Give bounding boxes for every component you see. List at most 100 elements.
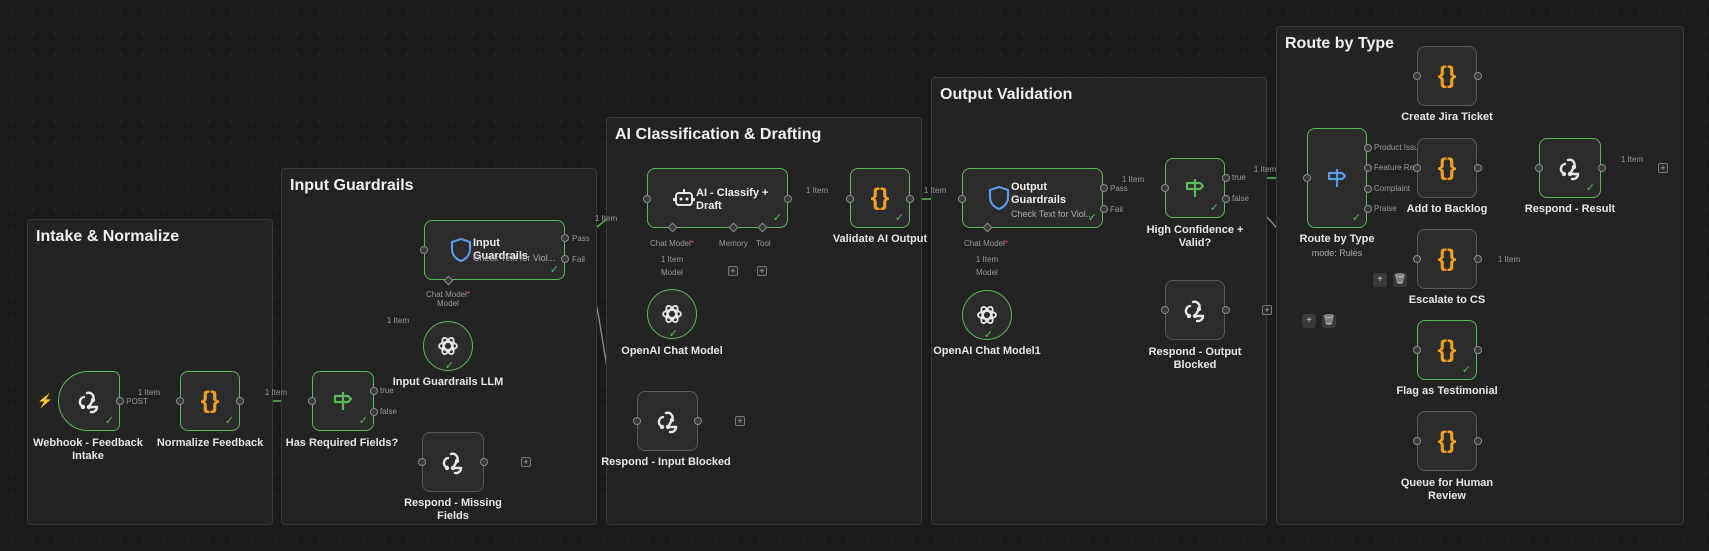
port-label-chat-model: Chat Model* (650, 239, 695, 248)
success-check-icon: ✓ (1585, 182, 1595, 194)
node-route-by-type[interactable]: ✓ (1307, 128, 1367, 228)
input-port[interactable] (846, 195, 854, 203)
output-port-pass[interactable] (561, 234, 569, 242)
success-check-icon: ✓ (1461, 364, 1471, 376)
edge-method-label: POST (126, 397, 148, 406)
node-add-to-backlog[interactable]: {} (1417, 138, 1477, 198)
add-memory-button[interactable]: + (728, 266, 738, 276)
code-braces-icon: {} (1437, 154, 1457, 181)
input-port[interactable] (308, 397, 316, 405)
group-route-by-type[interactable]: Route by Type (1276, 26, 1684, 525)
node-queue-for-human-review[interactable]: {} (1417, 411, 1477, 471)
link-label-model: Model (976, 268, 998, 277)
port-label-pass: Pass (572, 234, 590, 243)
node-respond-result[interactable]: ✓ (1539, 138, 1601, 198)
output-port-true[interactable] (1222, 174, 1230, 182)
node-create-jira-ticket[interactable]: {} (1417, 46, 1477, 106)
add-tool-button[interactable]: + (757, 266, 767, 276)
node-label: High Confidence + Valid? (1146, 224, 1244, 249)
output-port[interactable] (1474, 164, 1482, 172)
input-port[interactable] (1413, 346, 1421, 354)
node-input-guardrails[interactable]: Input Guardrails Check Text for Viol... … (424, 220, 565, 280)
output-port[interactable] (1598, 164, 1606, 172)
output-port[interactable] (1222, 306, 1230, 314)
port-label-tool: Tool (756, 239, 771, 248)
output-port[interactable] (784, 195, 792, 203)
input-port[interactable] (176, 397, 184, 405)
node-respond-output-blocked[interactable] (1165, 280, 1225, 340)
input-port[interactable] (420, 246, 428, 254)
output-port[interactable] (480, 458, 488, 466)
output-port[interactable] (116, 397, 124, 405)
node-normalize-feedback[interactable]: {} ✓ (180, 371, 240, 431)
node-label: Escalate to CS (1408, 294, 1486, 306)
output-port[interactable] (236, 397, 244, 405)
output-port[interactable] (906, 195, 914, 203)
output-port-praise[interactable] (1364, 205, 1372, 213)
node-label: Respond - Result (1524, 203, 1616, 215)
node-label: Input Guardrails LLM (392, 376, 504, 388)
node-escalate-to-cs[interactable]: {} (1417, 229, 1477, 289)
success-check-icon: ✓ (1087, 212, 1097, 224)
output-port[interactable] (694, 417, 702, 425)
edge-label: 1 Item (975, 255, 999, 264)
node-openai-chat-model1[interactable]: ✓ (962, 290, 1012, 341)
node-validate-ai-output[interactable]: {} ✓ (850, 168, 910, 228)
output-port-complaint[interactable] (1364, 185, 1372, 193)
input-port[interactable] (1413, 72, 1421, 80)
node-title: Output Guardrails (1011, 181, 1067, 206)
node-input-guardrails-llm[interactable]: ✓ (423, 321, 473, 372)
input-port[interactable] (1303, 174, 1311, 182)
node-openai-chat-model[interactable]: ✓ (647, 289, 697, 340)
node-respond-missing-fields[interactable] (422, 432, 484, 492)
input-port[interactable] (1535, 164, 1543, 172)
input-port[interactable] (418, 458, 426, 466)
add-node-button[interactable]: + (1373, 273, 1387, 287)
group-title: Output Validation (940, 86, 1073, 103)
output-port-true[interactable] (370, 387, 378, 395)
node-high-confidence-valid[interactable]: ✓ (1165, 158, 1225, 218)
node-output-guardrails[interactable]: Output Guardrails Check Text for Viol...… (962, 168, 1103, 228)
add-node-button[interactable]: + (1302, 314, 1316, 328)
input-port[interactable] (1413, 164, 1421, 172)
success-check-icon: ✓ (1209, 202, 1219, 214)
edge-label: 1 Item (1121, 175, 1145, 184)
node-respond-input-blocked[interactable] (637, 391, 698, 451)
add-node-button[interactable]: + (521, 457, 531, 467)
input-port[interactable] (1161, 306, 1169, 314)
input-port[interactable] (633, 417, 641, 425)
node-flag-as-testimonial[interactable]: {} ✓ (1417, 320, 1477, 380)
success-check-icon: ✓ (983, 329, 993, 341)
success-check-icon: ✓ (549, 264, 559, 276)
input-port[interactable] (1413, 255, 1421, 263)
group-title: Input Guardrails (290, 177, 414, 194)
add-node-button[interactable]: + (1658, 163, 1668, 173)
output-port[interactable] (1474, 346, 1482, 354)
output-port-feature-request[interactable] (1364, 164, 1372, 172)
add-node-button[interactable]: + (735, 416, 745, 426)
output-port[interactable] (1474, 255, 1482, 263)
node-webhook-feedback-intake[interactable]: ✓ (58, 371, 120, 431)
delete-button[interactable]: 🗑 (1322, 314, 1336, 328)
input-port[interactable] (1413, 437, 1421, 445)
robot-icon (673, 189, 695, 206)
success-check-icon: ✓ (1351, 212, 1361, 224)
output-port-false[interactable] (1222, 195, 1230, 203)
node-has-required-fields[interactable]: ✓ (312, 371, 374, 431)
add-node-button[interactable]: + (1262, 305, 1272, 315)
input-port[interactable] (1161, 184, 1169, 192)
input-port[interactable] (643, 195, 651, 203)
output-port[interactable] (1474, 437, 1482, 445)
output-port-product-issue[interactable] (1364, 144, 1372, 152)
output-port-fail[interactable] (561, 255, 569, 263)
edge-label: 1 Item (805, 186, 829, 195)
delete-button[interactable]: 🗑 (1393, 273, 1407, 287)
node-ai-classify-draft[interactable]: AI - Classify + Draft ✓ (647, 168, 788, 228)
openai-icon (977, 306, 997, 324)
input-port[interactable] (958, 195, 966, 203)
output-port-false[interactable] (370, 408, 378, 416)
output-port[interactable] (1474, 72, 1482, 80)
output-port-pass[interactable] (1100, 184, 1108, 192)
node-label: Normalize Feedback (156, 437, 264, 449)
output-port-fail[interactable] (1100, 205, 1108, 213)
